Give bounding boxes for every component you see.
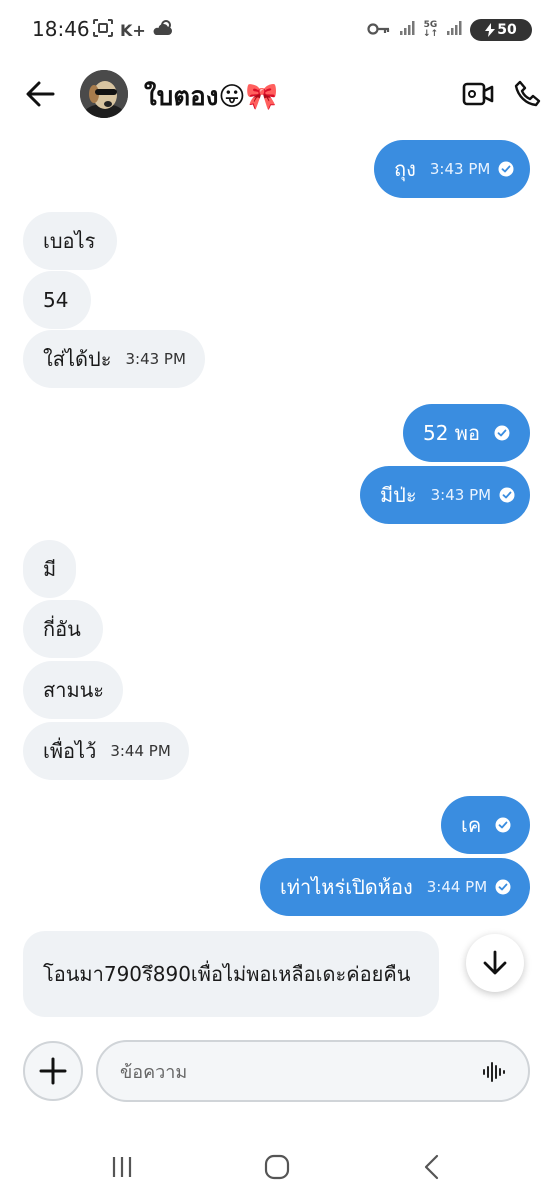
message-time: 3:43 PM bbox=[430, 486, 492, 504]
message-text: ใส่ได้ปะ bbox=[43, 347, 112, 371]
read-check-icon bbox=[494, 425, 510, 441]
contact-name[interactable]: ใบตอง😛🎀 bbox=[144, 76, 278, 117]
message-text: สามนะ bbox=[43, 678, 105, 702]
arrow-down-icon bbox=[483, 950, 507, 975]
home-icon bbox=[264, 1154, 290, 1180]
battery-level: 50 bbox=[497, 22, 517, 38]
message-text: 52 พอ bbox=[423, 421, 481, 445]
read-check-icon bbox=[498, 161, 514, 177]
message-text: มีป่ะ bbox=[380, 483, 417, 507]
message-bubble-incoming[interactable]: มี bbox=[23, 540, 76, 598]
vpn-key-icon bbox=[367, 21, 391, 40]
message-text: เท่าไหร่เปิดห้อง bbox=[280, 875, 413, 899]
message-text: เค bbox=[461, 813, 482, 837]
message-input[interactable] bbox=[118, 1054, 462, 1090]
message-time: 3:43 PM bbox=[429, 160, 491, 178]
carrier-badge: K+ bbox=[120, 20, 146, 40]
message-text: 54 bbox=[43, 288, 69, 312]
message-bubble-outgoing[interactable]: 52 พอ bbox=[403, 404, 530, 462]
message-time: 3:44 PM bbox=[110, 742, 171, 760]
back-button[interactable] bbox=[22, 76, 58, 112]
battery-indicator: 50 bbox=[470, 19, 532, 41]
recent-apps-button[interactable] bbox=[102, 1150, 142, 1184]
scroll-to-bottom-button[interactable] bbox=[466, 934, 524, 992]
phone-icon bbox=[514, 80, 541, 107]
message-bubble-incoming[interactable]: กี่อัน bbox=[23, 600, 103, 658]
status-right-icons: 5G ↓↑ 50 bbox=[367, 18, 532, 42]
message-bubble-incoming[interactable]: ใส่ได้ปะ 3:43 PM bbox=[23, 330, 205, 388]
message-bubble-outgoing[interactable]: ถุง 3:43 PM bbox=[374, 140, 530, 198]
message-text: เบอไร bbox=[43, 229, 96, 253]
message-text: มี bbox=[43, 557, 57, 581]
message-bubble-outgoing[interactable]: เค bbox=[441, 796, 530, 854]
back-chevron-icon bbox=[424, 1154, 439, 1180]
weather-icon bbox=[152, 19, 174, 41]
message-text: โอนมา790รึ890เพื่อไม่พอเหลือเดะค่อยคืน bbox=[43, 962, 411, 986]
message-time: 3:44 PM bbox=[426, 878, 488, 896]
message-bubble-outgoing[interactable]: มีป่ะ 3:43 PM bbox=[360, 466, 530, 524]
network-type: 5G ↓↑ bbox=[422, 20, 438, 39]
charging-bolt-icon bbox=[485, 23, 496, 37]
video-call-button[interactable] bbox=[460, 76, 496, 112]
avatar[interactable] bbox=[80, 70, 128, 118]
status-bar: 18:46 K+ 5G ↓↑ 50 bbox=[0, 0, 554, 60]
add-attachment-button[interactable] bbox=[23, 1041, 83, 1101]
screenshot-icon bbox=[92, 18, 114, 42]
recent-apps-icon bbox=[112, 1157, 132, 1177]
home-button[interactable] bbox=[257, 1150, 297, 1184]
read-check-icon bbox=[495, 879, 511, 895]
signal-icon-2 bbox=[446, 20, 462, 40]
video-call-icon bbox=[462, 82, 494, 106]
message-bubble-incoming[interactable]: โอนมา790รึ890เพื่อไม่พอเหลือเดะค่อยคืน bbox=[23, 931, 439, 1017]
message-text: กี่อัน bbox=[43, 617, 81, 641]
message-composer bbox=[96, 1040, 530, 1102]
message-time: 3:43 PM bbox=[125, 350, 186, 368]
chat-header: ใบตอง😛🎀 bbox=[0, 62, 554, 126]
system-nav-bar bbox=[0, 1130, 554, 1200]
waveform-icon bbox=[483, 1062, 505, 1082]
read-check-icon bbox=[495, 817, 511, 833]
read-check-icon bbox=[499, 487, 515, 503]
message-text: ถุง bbox=[394, 157, 416, 181]
plus-icon bbox=[39, 1057, 67, 1085]
back-arrow-icon bbox=[26, 81, 55, 107]
message-bubble-outgoing[interactable]: เท่าไหร่เปิดห้อง 3:44 PM bbox=[260, 858, 530, 916]
message-text: เพื่อไว้ bbox=[43, 739, 97, 763]
signal-icon bbox=[399, 20, 415, 40]
message-bubble-incoming[interactable]: 54 bbox=[23, 271, 91, 329]
status-time: 18:46 bbox=[32, 17, 90, 41]
message-bubble-incoming[interactable]: เบอไร bbox=[23, 212, 117, 270]
voice-message-button[interactable] bbox=[480, 1058, 508, 1086]
voice-call-button[interactable] bbox=[510, 76, 546, 112]
status-left-icons: K+ bbox=[92, 18, 174, 42]
back-nav-button[interactable] bbox=[412, 1150, 452, 1184]
message-bubble-incoming[interactable]: สามนะ bbox=[23, 661, 123, 719]
message-bubble-incoming[interactable]: เพื่อไว้ 3:44 PM bbox=[23, 722, 189, 780]
